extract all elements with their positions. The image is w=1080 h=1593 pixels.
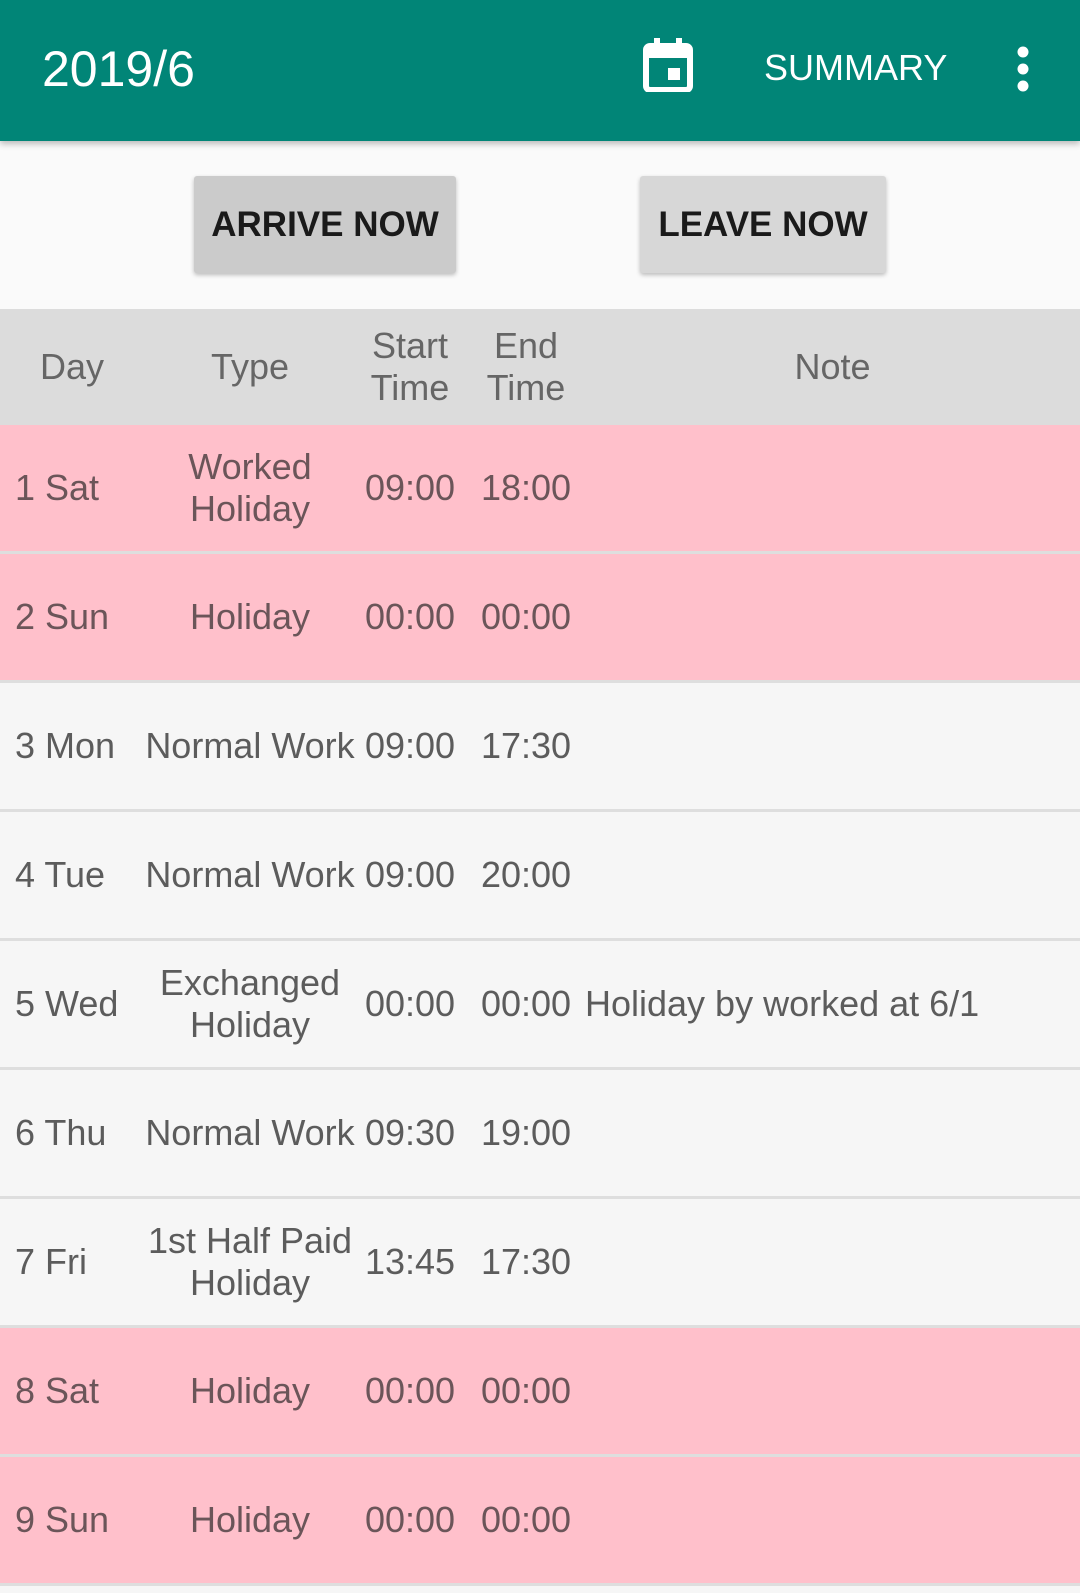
page-title: 2019/6 xyxy=(42,41,195,97)
header-end-label: End Time xyxy=(486,325,566,408)
cell-type: 1st Half Paid Holiday xyxy=(147,1220,353,1303)
cell-day: 3 Mon xyxy=(15,725,116,766)
cell-start: 00:00 xyxy=(364,983,456,1024)
table-row[interactable]: 7 Fri 1st Half Paid Holiday 13:45 17:30 xyxy=(0,1199,1080,1328)
cell-type: Normal Work xyxy=(145,725,355,766)
cell-type: Exchanged Holiday xyxy=(159,962,341,1045)
cell-start: 00:00 xyxy=(364,596,456,637)
app-bar: 2019/6 SUMMARY xyxy=(0,0,1080,141)
table-row[interactable]: 8 Sat Holiday 00:00 00:00 xyxy=(0,1328,1080,1457)
cell-day: 1 Sat xyxy=(15,467,100,508)
cell-start: 09:30 xyxy=(364,1112,456,1153)
table-row[interactable]: 2 Sun Holiday 00:00 00:00 xyxy=(0,554,1080,683)
cell-type: Holiday xyxy=(189,1499,311,1540)
cell-day: 2 Sun xyxy=(15,596,110,637)
cell-type: Holiday xyxy=(189,596,311,637)
cell-type: Normal Work xyxy=(145,1112,355,1153)
cell-type: Worked Holiday xyxy=(188,446,312,529)
cell-end: 00:00 xyxy=(480,596,572,637)
cell-type: Normal Work xyxy=(145,854,355,895)
cell-end: 17:30 xyxy=(480,1241,572,1282)
table-row[interactable]: 5 Wed Exchanged Holiday 00:00 00:00 Holiday … xyxy=(0,941,1080,1070)
header-day: Day xyxy=(39,346,105,387)
cell-day: 4 Tue xyxy=(15,854,106,895)
more-vert-icon[interactable] xyxy=(1005,44,1041,94)
leave-now-button[interactable]: LEAVE NOW xyxy=(640,176,886,273)
cell-day: 7 Fri xyxy=(15,1241,87,1282)
cell-day: 6 Thu xyxy=(15,1112,107,1153)
cell-day: 8 Sat xyxy=(15,1370,100,1411)
action-bar: ARRIVE NOW LEAVE NOW xyxy=(0,141,1080,309)
table-row[interactable]: 1 Sat Worked Holiday 09:00 18:00 xyxy=(0,425,1080,554)
header-start: Start Time xyxy=(360,309,460,425)
cell-day: 5 Wed xyxy=(15,983,119,1024)
cell-day: 9 Sun xyxy=(15,1499,110,1540)
table-header: Day Type Start Time End Time Note xyxy=(0,309,1080,425)
table-row[interactable]: 3 Mon Normal Work 09:00 17:30 xyxy=(0,683,1080,812)
summary-button[interactable]: SUMMARY xyxy=(764,47,947,89)
header-end: End Time xyxy=(476,309,576,425)
table-row[interactable]: 9 Sun Holiday 00:00 00:00 xyxy=(0,1457,1080,1586)
cell-start: 00:00 xyxy=(364,1370,456,1411)
cell-start: 09:00 xyxy=(364,725,456,766)
cell-end: 00:00 xyxy=(480,1499,572,1540)
header-type: Type xyxy=(210,346,290,387)
cell-end: 00:00 xyxy=(480,1370,572,1411)
cell-note: Holiday by worked at 6/1 xyxy=(585,983,980,1024)
calendar-icon[interactable] xyxy=(643,38,693,92)
header-note: Note xyxy=(794,346,871,387)
attendance-list: 1 Sat Worked Holiday 09:00 18:00 2 Sun Holida… xyxy=(0,425,1080,1586)
cell-end: 17:30 xyxy=(480,725,572,766)
table-row[interactable]: 4 Tue Normal Work 09:00 20:00 xyxy=(0,812,1080,941)
cell-end: 00:00 xyxy=(480,983,572,1024)
arrive-now-button[interactable]: ARRIVE NOW xyxy=(194,176,456,273)
cell-end: 19:00 xyxy=(480,1112,572,1153)
cell-start: 09:00 xyxy=(364,467,456,508)
cell-end: 20:00 xyxy=(480,854,572,895)
cell-end: 18:00 xyxy=(480,467,572,508)
cell-start: 13:45 xyxy=(364,1241,456,1282)
header-start-label: Start Time xyxy=(370,325,450,408)
cell-start: 09:00 xyxy=(364,854,456,895)
cell-type: Holiday xyxy=(189,1370,311,1411)
cell-start: 00:00 xyxy=(364,1499,456,1540)
table-row[interactable]: 6 Thu Normal Work 09:30 19:00 xyxy=(0,1070,1080,1199)
